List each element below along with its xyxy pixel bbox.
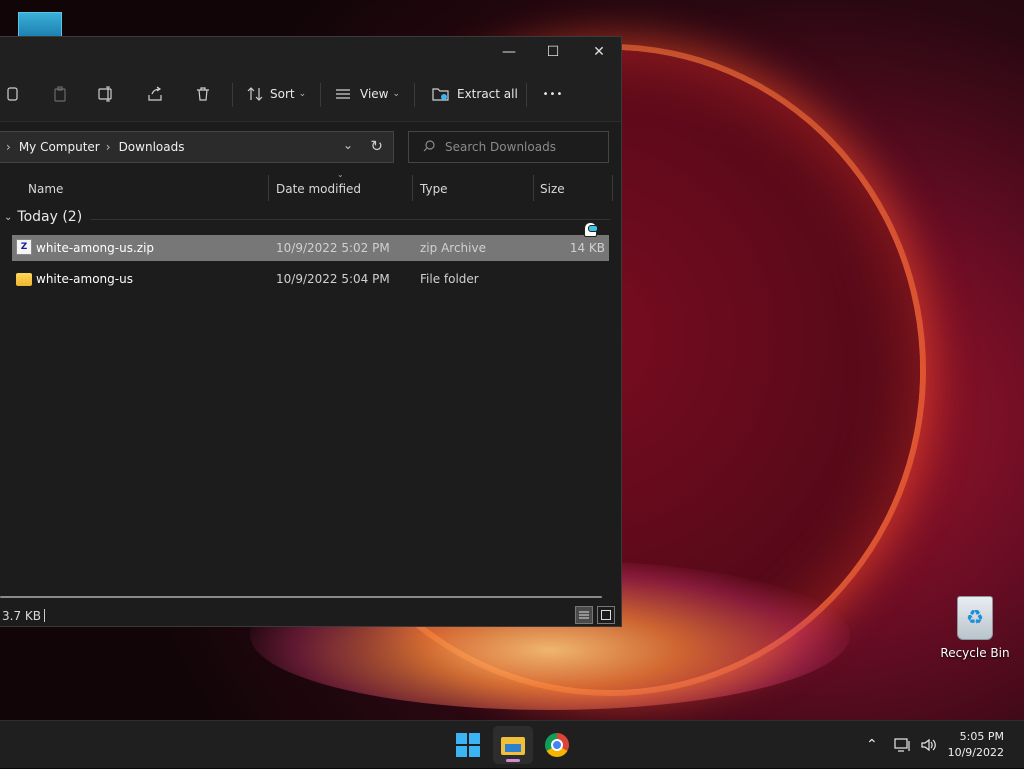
command-bar: Sort ⌄ View ⌄ Extract all ••• (0, 67, 621, 122)
paste-icon (49, 83, 71, 105)
column-divider[interactable] (412, 175, 413, 201)
view-label: View (360, 87, 389, 101)
chevron-right-icon: › (105, 140, 111, 154)
paste-button[interactable] (45, 79, 75, 109)
column-header-name[interactable]: Name (28, 177, 63, 201)
tiles-view-button[interactable] (597, 606, 615, 624)
file-type: zip Archive (420, 241, 486, 255)
network-icon[interactable] (894, 721, 912, 769)
chevron-down-icon: ⌄ (392, 89, 401, 99)
horizontal-scrollbar[interactable] (0, 596, 602, 598)
recycle-bin-icon (957, 596, 993, 640)
rename-button[interactable] (92, 79, 122, 109)
recycle-bin[interactable]: Recycle Bin (940, 596, 1010, 660)
refresh-icon[interactable]: ↻ (370, 137, 383, 155)
chevron-down-icon: ⌄ (298, 89, 307, 99)
column-divider[interactable] (268, 175, 269, 201)
taskbar-chrome[interactable] (537, 726, 577, 764)
group-divider (90, 219, 610, 220)
chevron-right-icon: › (6, 140, 11, 154)
address-dropdown-icon[interactable]: ⌄ (343, 138, 353, 152)
share-button[interactable] (140, 79, 170, 109)
toolbar-separator (232, 83, 233, 107)
desktop-icon-partial[interactable] (18, 12, 62, 38)
start-button[interactable] (448, 726, 488, 764)
zip-icon: Z (16, 239, 32, 255)
column-divider[interactable] (612, 175, 613, 201)
search-box[interactable]: Search Downloads (408, 131, 609, 163)
clock-time: 5:05 PM (959, 730, 1004, 743)
view-icon (332, 83, 354, 105)
extract-folder-icon (430, 83, 452, 105)
file-row[interactable]: Z white-among-us.zip 10/9/2022 5:02 PM z… (12, 235, 609, 261)
group-label: Today (2) (17, 209, 83, 225)
active-indicator (506, 759, 520, 762)
taskbar-file-explorer[interactable] (493, 726, 533, 764)
sort-indicator-icon: ⌄ (337, 170, 344, 179)
file-size: 14 KB (569, 241, 605, 255)
breadcrumb-downloads[interactable]: Downloads (119, 140, 185, 154)
toolbar-separator (320, 83, 321, 107)
title-bar: — ☐ ✕ (0, 37, 621, 67)
details-view-button[interactable] (575, 606, 593, 624)
share-icon (144, 83, 166, 105)
file-type: File folder (420, 272, 479, 286)
toolbar-separator (414, 83, 415, 107)
mouse-cursor-icon (582, 219, 598, 237)
file-date: 10/9/2022 5:02 PM (276, 241, 390, 255)
chrome-icon (545, 733, 569, 757)
file-date: 10/9/2022 5:04 PM (276, 272, 390, 286)
column-header-date[interactable]: Date modified (276, 177, 361, 201)
search-placeholder: Search Downloads (445, 140, 556, 154)
maximize-button[interactable]: ☐ (530, 37, 576, 67)
breadcrumb-my-computer[interactable]: My Computer (19, 140, 100, 154)
group-header-today[interactable]: ⌄ Today (2) (4, 209, 82, 225)
search-icon (423, 139, 435, 155)
file-name: white-among-us (36, 272, 133, 286)
status-divider (44, 609, 45, 622)
file-explorer-icon (501, 735, 525, 755)
chevron-up-icon: ⌃ (866, 737, 878, 753)
sort-label: Sort (270, 87, 295, 101)
status-text: 3.7 KB (2, 609, 41, 623)
delete-button[interactable] (188, 79, 218, 109)
system-clock[interactable]: 5:05 PM 10/9/2022 (948, 729, 1004, 761)
volume-icon[interactable] (920, 721, 938, 769)
column-header-type[interactable]: Type (420, 177, 448, 201)
close-button[interactable]: ✕ (576, 37, 622, 67)
clock-date: 10/9/2022 (947, 746, 1004, 759)
sort-button[interactable]: Sort ⌄ (244, 79, 306, 109)
column-divider[interactable] (533, 175, 534, 201)
show-hidden-icons-button[interactable]: ⌃ (866, 721, 878, 769)
file-row[interactable]: white-among-us 10/9/2022 5:04 PM File fo… (12, 266, 609, 292)
toolbar-separator (526, 83, 527, 107)
windows-logo-icon (456, 733, 480, 757)
status-bar: 3.7 KB (0, 605, 621, 627)
copy-button[interactable] (0, 79, 27, 109)
more-options-button[interactable]: ••• (538, 79, 568, 109)
minimize-button[interactable]: — (486, 37, 532, 67)
file-name: white-among-us.zip (36, 241, 155, 255)
taskbar: ⌃ 5:05 PM 10/9/2022 (0, 720, 1024, 768)
chevron-down-icon: ⌄ (4, 211, 13, 223)
trash-icon (192, 83, 214, 105)
folder-icon (16, 273, 32, 286)
sort-icon (244, 83, 266, 105)
rename-icon (96, 83, 118, 105)
column-header-size[interactable]: Size (540, 177, 565, 201)
address-bar[interactable]: › My Computer › Downloads ⌄ ↻ (0, 131, 394, 163)
copy-icon (1, 83, 23, 105)
extract-all-button[interactable]: Extract all (430, 79, 518, 109)
file-explorer-window: — ☐ ✕ Sort ⌄ View ⌄ Extract all ••• › My… (0, 36, 622, 627)
view-button[interactable]: View ⌄ (332, 79, 400, 109)
recycle-bin-label: Recycle Bin (940, 646, 1010, 660)
extract-all-label: Extract all (457, 87, 518, 101)
